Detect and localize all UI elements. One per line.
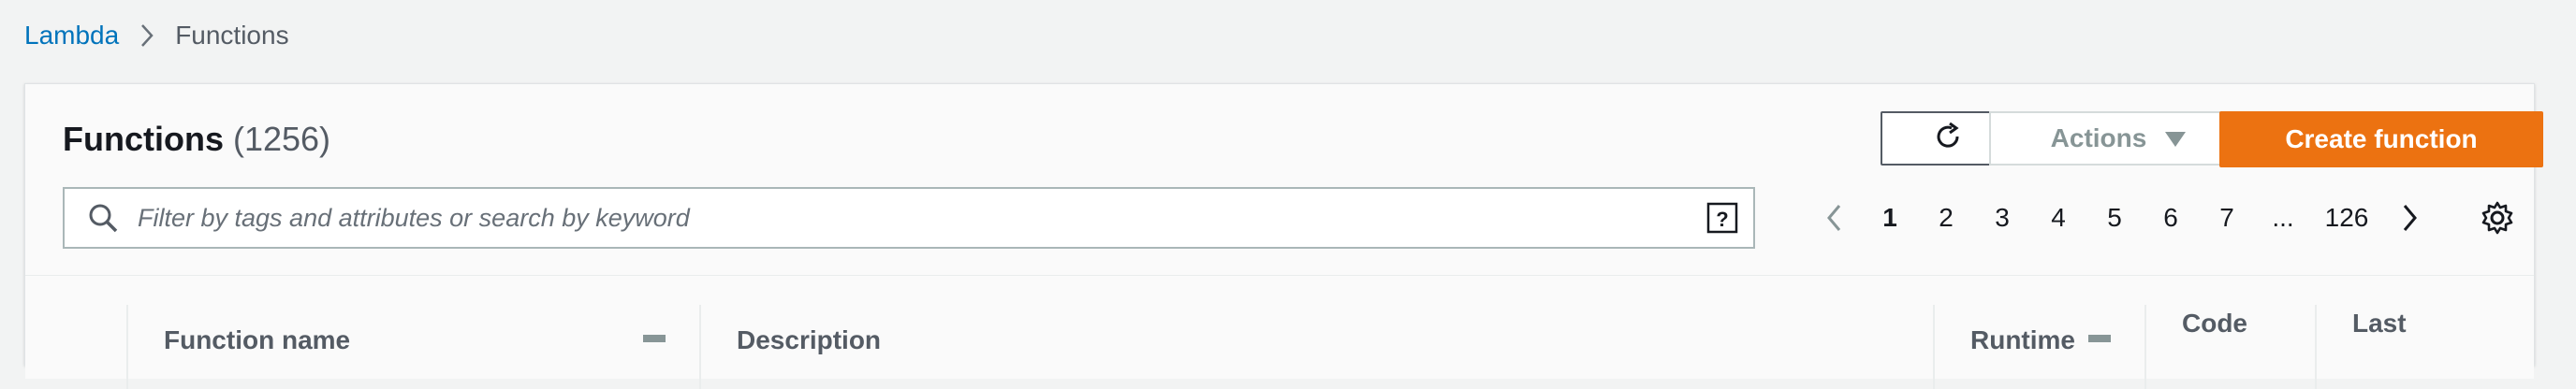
column-header-description[interactable]: Description [737, 325, 881, 355]
chevron-right-icon [139, 22, 154, 49]
actions-label: Actions [2050, 123, 2147, 152]
column-divider [2144, 305, 2146, 389]
column-divider [699, 305, 701, 389]
actions-button[interactable]: Actions [1989, 111, 2247, 166]
next-page-icon[interactable] [2382, 203, 2438, 233]
previous-page-icon[interactable] [1806, 203, 1862, 233]
search-icon [87, 201, 121, 235]
search-input[interactable] [136, 202, 1706, 234]
page-2[interactable]: 2 [1918, 203, 1974, 233]
help-icon[interactable]: ? [1706, 202, 1738, 234]
create-function-button[interactable]: Create function [2219, 111, 2543, 167]
panel-title-text: Functions [63, 120, 224, 158]
page-last[interactable]: 126 [2311, 203, 2382, 233]
breadcrumb-link-lambda[interactable]: Lambda [24, 21, 119, 50]
table-header [25, 275, 2534, 379]
search-bar: ? [63, 187, 1755, 249]
page-5[interactable]: 5 [2086, 203, 2143, 233]
page-7[interactable]: 7 [2199, 203, 2255, 233]
refresh-icon [1931, 120, 1965, 158]
column-divider [2315, 305, 2317, 389]
column-header-function-name[interactable]: Function name [164, 325, 350, 355]
pagination-ellipsis: ... [2272, 203, 2294, 232]
column-header-code[interactable]: Code [2182, 309, 2247, 339]
functions-panel: Functions (1256) Actions Create function … [24, 83, 2543, 389]
column-divider [126, 305, 128, 389]
column-header-last[interactable]: Last [2352, 309, 2407, 339]
page-3[interactable]: 3 [1974, 203, 2030, 233]
settings-gear-icon[interactable] [2480, 198, 2519, 238]
column-divider [1933, 305, 1935, 389]
page-1[interactable]: 1 [1862, 203, 1918, 233]
function-count: (1256) [232, 120, 331, 158]
breadcrumb-current: Functions [175, 21, 289, 50]
pagination: 1 2 3 4 5 6 7 ... 126 [1806, 187, 2438, 249]
column-header-runtime[interactable]: Runtime [1970, 325, 2075, 355]
page-title: Functions (1256) [63, 120, 330, 159]
svg-text:?: ? [1716, 208, 1728, 231]
caret-down-icon [2165, 123, 2187, 153]
breadcrumb: Lambda Functions [24, 19, 289, 52]
sort-icon[interactable] [2088, 335, 2111, 342]
sort-icon[interactable] [643, 335, 666, 342]
page-6[interactable]: 6 [2143, 203, 2199, 233]
page-4[interactable]: 4 [2030, 203, 2086, 233]
